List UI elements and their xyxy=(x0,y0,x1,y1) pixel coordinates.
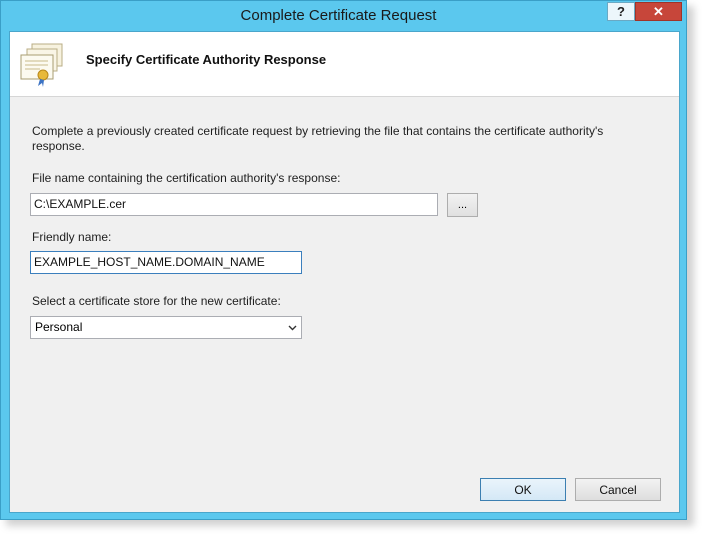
friendly-name-field[interactable]: EXAMPLE_HOST_NAME.DOMAIN_NAME xyxy=(30,251,302,274)
file-name-label: File name containing the certification a… xyxy=(32,171,341,185)
certificate-store-label: Select a certificate store for the new c… xyxy=(32,294,281,308)
ok-button[interactable]: OK xyxy=(480,478,566,501)
certificate-store-select[interactable]: Personal xyxy=(30,316,302,339)
help-icon: ? xyxy=(617,4,625,19)
title-bar[interactable]: Complete Certificate Request ? ✕ xyxy=(1,1,686,31)
dialog-window: Complete Certificate Request ? ✕ Specify… xyxy=(0,0,687,520)
cancel-button[interactable]: Cancel xyxy=(575,478,661,501)
page-title: Specify Certificate Authority Response xyxy=(86,52,327,67)
browse-button[interactable]: ... xyxy=(447,193,478,217)
dialog-body: Specify Certificate Authority Response C… xyxy=(9,31,680,513)
close-icon: ✕ xyxy=(653,3,664,19)
file-name-field[interactable]: C:\EXAMPLE.cer xyxy=(30,193,438,216)
dialog-header: Specify Certificate Authority Response xyxy=(10,32,679,97)
close-button[interactable]: ✕ xyxy=(635,2,682,21)
friendly-name-label: Friendly name: xyxy=(32,230,112,244)
chevron-down-icon xyxy=(288,325,297,331)
certificate-icon xyxy=(20,43,63,87)
help-button[interactable]: ? xyxy=(607,2,635,21)
window-title: Complete Certificate Request xyxy=(240,7,437,24)
certificate-store-value: Personal xyxy=(35,320,83,334)
description-text: Complete a previously created certificat… xyxy=(32,124,604,153)
